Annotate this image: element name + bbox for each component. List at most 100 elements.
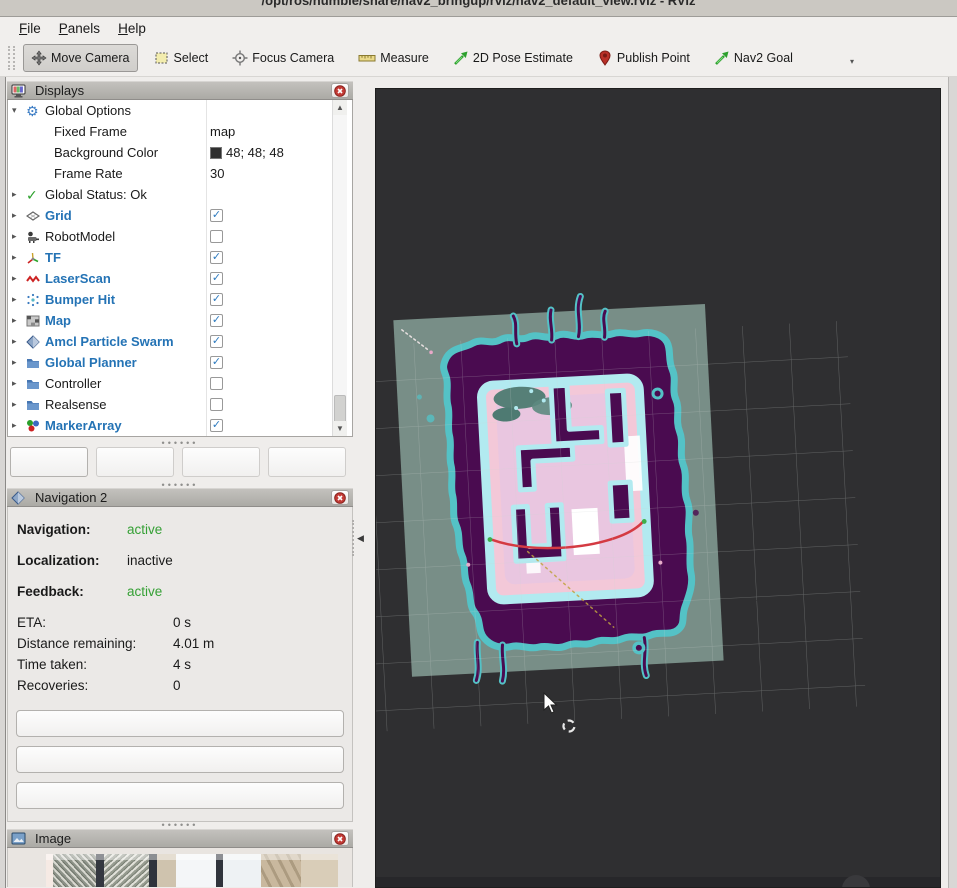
- close-button[interactable]: [331, 831, 349, 846]
- scroll-down-icon[interactable]: ▼: [333, 421, 347, 436]
- tree-row-global-status-ok[interactable]: ▸ ✓ Global Status: Ok: [8, 184, 352, 205]
- menu-item-panels[interactable]: Panels: [50, 19, 109, 38]
- enable-checkbox[interactable]: ✓: [210, 272, 223, 285]
- 3d-viewport[interactable]: [375, 88, 941, 888]
- focus-camera-icon: [232, 50, 248, 66]
- tool-focus-camera[interactable]: Focus Camera: [224, 44, 342, 72]
- enable-checkbox[interactable]: ✓: [210, 314, 223, 327]
- enable-checkbox[interactable]: [210, 230, 223, 243]
- expander-icon[interactable]: ▸: [12, 252, 26, 263]
- expander-icon[interactable]: ▸: [12, 231, 26, 242]
- expander-icon[interactable]: ▸: [12, 189, 26, 200]
- tree-row-amcl-particle-swarm[interactable]: ▸ Amcl Particle Swarm ✓: [8, 331, 352, 352]
- expander-icon[interactable]: ▸: [12, 210, 26, 221]
- folder-icon: [26, 398, 40, 412]
- tool-nav2-goal[interactable]: Nav2 Goal: [706, 44, 801, 72]
- close-icon: [334, 85, 346, 97]
- image-panel-header[interactable]: Image: [7, 829, 353, 848]
- select-icon: [154, 50, 170, 66]
- tree-row-global-options[interactable]: ▾ ⚙ Global Options: [8, 100, 352, 121]
- tool-add-tool-icon[interactable]: [809, 52, 825, 64]
- panel-title: Displays: [35, 83, 326, 98]
- scroll-up-icon[interactable]: ▲: [333, 100, 347, 115]
- navigation2-panel-header[interactable]: Navigation 2: [7, 488, 353, 507]
- tree-row-laserscan[interactable]: ▸ LaserScan ✓: [8, 268, 352, 289]
- tree-row-fixed-frame[interactable]: Fixed Frame map: [8, 121, 352, 142]
- expander-icon[interactable]: ▸: [12, 420, 26, 431]
- tree-row-background-color[interactable]: Background Color 48; 48; 48: [8, 142, 352, 163]
- expander-icon[interactable]: ▸: [12, 378, 26, 389]
- tool-2d-pose-estimate[interactable]: 2D Pose Estimate: [445, 44, 581, 72]
- expander-icon[interactable]: ▸: [12, 315, 26, 326]
- tree-row-bumper-hit[interactable]: ▸ Bumper Hit ✓: [8, 289, 352, 310]
- 3d-scene: [376, 89, 940, 887]
- tree-row-global-planner[interactable]: ▸ Global Planner ✓: [8, 352, 352, 373]
- tree-row-robotmodel[interactable]: ▸ RobotModel: [8, 226, 352, 247]
- splitter-handle[interactable]: ••••••: [140, 821, 220, 829]
- tree-row-markerarray[interactable]: ▸ MarkerArray ✓: [8, 415, 352, 436]
- property-value[interactable]: 48; 48; 48: [226, 145, 284, 160]
- tool-move-camera[interactable]: Move Camera: [23, 44, 138, 72]
- image-icon: [11, 832, 26, 845]
- status-value: inactive: [127, 553, 173, 584]
- tool-measure[interactable]: Measure: [350, 45, 437, 71]
- particle-swarm-icon: [26, 335, 40, 349]
- expander-icon[interactable]: ▸: [12, 336, 26, 347]
- displays-panel-header[interactable]: Displays: [7, 81, 353, 100]
- enable-checkbox[interactable]: ✓: [210, 335, 223, 348]
- add-button[interactable]: [10, 447, 88, 477]
- reset-button[interactable]: [16, 746, 344, 773]
- marker-array-icon: [26, 419, 40, 433]
- remove-button[interactable]: [182, 447, 260, 477]
- tree-row-map[interactable]: ▸ Map ✓: [8, 310, 352, 331]
- splitter-handle[interactable]: ••••••: [140, 439, 220, 447]
- close-button[interactable]: [331, 490, 349, 505]
- close-button[interactable]: [331, 83, 349, 98]
- tree-row-tf[interactable]: ▸ TF ✓: [8, 247, 352, 268]
- panel-collapse-handle[interactable]: ◀: [352, 518, 368, 558]
- collapse-arrow-icon: ◀: [357, 533, 364, 544]
- expander-icon[interactable]: ▸: [12, 399, 26, 410]
- expander-icon[interactable]: ▸: [12, 357, 26, 368]
- toolbar-drag-handle[interactable]: [8, 46, 15, 70]
- enable-checkbox[interactable]: [210, 377, 223, 390]
- property-value[interactable]: 30: [210, 166, 224, 181]
- pause-button[interactable]: [16, 710, 344, 737]
- column-divider: [206, 100, 207, 436]
- tree-row-frame-rate[interactable]: Frame Rate 30: [8, 163, 352, 184]
- tree-row-realsense[interactable]: ▸ Realsense: [8, 394, 352, 415]
- tree-row-controller[interactable]: ▸ Controller: [8, 373, 352, 394]
- tool-publish-point[interactable]: Publish Point: [589, 44, 698, 72]
- rename-button[interactable]: [268, 447, 346, 477]
- menu-item-file[interactable]: File: [10, 19, 50, 38]
- metric-row: Recoveries: 0: [8, 678, 352, 699]
- enable-checkbox[interactable]: ✓: [210, 356, 223, 369]
- status-row: Navigation: active: [8, 522, 352, 553]
- status-row: Localization: inactive: [8, 553, 352, 584]
- enable-checkbox[interactable]: ✓: [210, 251, 223, 264]
- enable-checkbox[interactable]: ✓: [210, 209, 223, 222]
- menu-item-help[interactable]: Help: [109, 19, 155, 38]
- expander-icon[interactable]: ▸: [12, 294, 26, 305]
- measure-icon: [358, 51, 376, 65]
- gear-icon: ⚙: [26, 104, 39, 118]
- close-icon: [334, 85, 346, 97]
- close-icon: [334, 833, 346, 845]
- tool-remove-tool-icon[interactable]: ▾: [833, 52, 849, 64]
- tree-row-grid[interactable]: ▸ Grid ✓: [8, 205, 352, 226]
- tool-select[interactable]: Select: [146, 44, 217, 72]
- color-swatch: [210, 147, 222, 159]
- window-edge-strip: [948, 77, 957, 888]
- waypoint-nav-through-poses-mode-button[interactable]: [16, 782, 344, 809]
- tree-scrollbar[interactable]: ▲ ▼: [332, 100, 347, 436]
- duplicate-button[interactable]: [96, 447, 174, 477]
- close-icon: [334, 833, 346, 845]
- dropdown-caret-icon[interactable]: ▾: [850, 57, 854, 66]
- enable-checkbox[interactable]: ✓: [210, 293, 223, 306]
- property-value[interactable]: map: [210, 124, 235, 139]
- expander-icon[interactable]: ▸: [12, 273, 26, 284]
- enable-checkbox[interactable]: ✓: [210, 419, 223, 432]
- nav2-goal-icon: [714, 50, 730, 66]
- enable-checkbox[interactable]: [210, 398, 223, 411]
- expander-icon[interactable]: ▾: [12, 105, 26, 116]
